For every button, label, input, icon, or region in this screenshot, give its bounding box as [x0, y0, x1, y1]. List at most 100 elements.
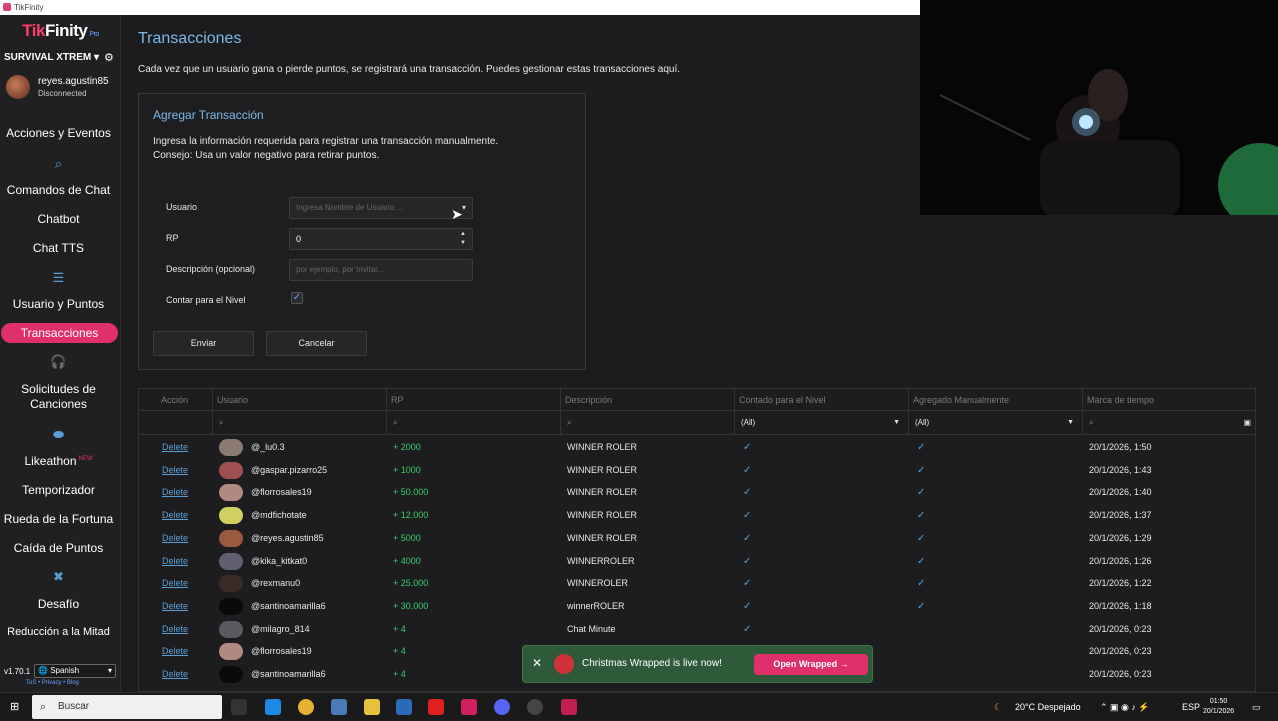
- avatar: [219, 529, 243, 547]
- row-rp: + 25.000: [393, 578, 429, 589]
- calendar-icon: ▣: [1243, 418, 1251, 427]
- gear-icon[interactable]: ⚙: [104, 51, 114, 64]
- obs-icon[interactable]: [527, 699, 543, 715]
- column-header[interactable]: Acción: [139, 389, 213, 411]
- tikfinity-icon[interactable]: [561, 699, 577, 715]
- stepper-arrows-icon[interactable]: ▲ ▼: [460, 230, 466, 248]
- column-header[interactable]: RP: [387, 389, 561, 411]
- task-view-icon[interactable]: [231, 699, 247, 715]
- rp-stepper[interactable]: 0 ▲ ▼: [289, 228, 473, 250]
- table-row: Delete @florrosales19 + 50.000 WINNER ROLER…: [139, 481, 1255, 504]
- gift-icon: [554, 654, 574, 674]
- rp-filter[interactable]: ⌕: [387, 411, 561, 435]
- delete-link[interactable]: Delete: [151, 459, 199, 482]
- column-header[interactable]: Marca de tiempo: [1083, 389, 1255, 411]
- language-indicator[interactable]: ESP: [1182, 693, 1200, 721]
- row-user: @kika_kitkat0: [251, 555, 308, 566]
- sidebar-item-usuario-puntos[interactable]: Usuario y Puntos: [0, 297, 117, 311]
- avatar: [219, 507, 243, 525]
- table-row: Delete @reyes.agustin85 + 5000 WINNER ROLER…: [139, 527, 1255, 550]
- youtube-icon[interactable]: [428, 699, 444, 715]
- row-user: @florrosales19: [251, 646, 312, 657]
- sidebar-item-caida[interactable]: Caída de Puntos: [0, 541, 117, 555]
- profile-select[interactable]: SURVIVAL XTREM ▾: [4, 52, 99, 63]
- app-icon[interactable]: [396, 699, 412, 715]
- sidebar-item-solicitudes[interactable]: Solicitudes de Canciones: [0, 382, 117, 412]
- sidebar-item-transacciones[interactable]: Transacciones: [1, 323, 118, 343]
- sidebar-item-acciones[interactable]: Acciones y Eventos: [0, 126, 117, 140]
- delete-link[interactable]: Delete: [151, 481, 199, 504]
- avatar: [219, 439, 243, 456]
- delete-link[interactable]: Delete: [151, 550, 199, 573]
- delete-link[interactable]: Delete: [151, 663, 199, 686]
- row-timestamp: 20/1/2026, 0:23: [1089, 646, 1152, 657]
- row-user: @santinoamarilla6: [251, 669, 326, 679]
- column-header[interactable]: Contado para el Nivel: [735, 389, 909, 411]
- avatar: [219, 643, 243, 661]
- row-user: @_lu0.3: [251, 442, 285, 452]
- footer-links[interactable]: ToS • Privacy • Blog: [26, 680, 79, 686]
- store-icon[interactable]: [331, 699, 347, 715]
- edge-icon[interactable]: [265, 699, 281, 715]
- windows-start-icon[interactable]: ⊞: [10, 701, 22, 713]
- row-description: winnerROLER: [567, 600, 625, 611]
- sidebar-item-comandos[interactable]: Comandos de Chat: [0, 183, 117, 197]
- sidebar-item-chatbot[interactable]: Chatbot: [0, 212, 117, 226]
- sidebar-item-reduccion[interactable]: Reducción a la Mitad: [0, 626, 117, 638]
- cancel-button[interactable]: Cancelar: [266, 331, 367, 356]
- description-input[interactable]: por ejemplo, por Invitar...: [289, 259, 473, 281]
- description-filter[interactable]: ⌕: [561, 411, 735, 435]
- avatar: [219, 552, 243, 570]
- time-filter[interactable]: ⌕ ▣: [1083, 411, 1255, 435]
- column-header[interactable]: Descripción: [561, 389, 735, 411]
- tray-icons[interactable]: ⌃ ▣ ◉ ♪ ⚡: [1100, 693, 1150, 721]
- table-row: Delete @mdfichotate + 12.000 WINNER ROLER ✓ ✓…: [139, 504, 1255, 527]
- submit-button[interactable]: Enviar: [153, 331, 254, 356]
- delete-link[interactable]: Delete: [151, 595, 199, 618]
- sidebar-item-chat-tts[interactable]: Chat TTS: [0, 241, 117, 255]
- search-icon: ⌕: [40, 701, 47, 713]
- check-icon: ✓: [743, 510, 752, 522]
- tiktok-icon[interactable]: [461, 699, 477, 715]
- chrome-icon[interactable]: [298, 699, 314, 715]
- webcam-image: [920, 0, 1278, 215]
- delete-link[interactable]: Delete: [151, 527, 199, 550]
- folder-icon[interactable]: [364, 699, 380, 715]
- row-timestamp: 20/1/2026, 1:26: [1089, 555, 1152, 566]
- delete-link[interactable]: Delete: [151, 504, 199, 527]
- check-icon: ✓: [917, 555, 926, 567]
- chat-icon: ⌕: [54, 156, 63, 171]
- count-level-checkbox[interactable]: ✓: [291, 292, 303, 304]
- sidebar-item-rueda[interactable]: Rueda de la Fortuna: [0, 512, 117, 526]
- level-filter[interactable]: (All) ▼: [735, 411, 909, 435]
- language-select[interactable]: 🌐 Spanish ▾: [34, 664, 116, 678]
- row-rp: + 4: [393, 623, 406, 634]
- headphones-icon: 🎧: [50, 354, 67, 369]
- clock[interactable]: 01:50 20/1/2026: [1203, 697, 1234, 717]
- sidebar-item-temporizador[interactable]: Temporizador: [0, 483, 117, 497]
- manual-filter[interactable]: (All) ▼: [909, 411, 1083, 435]
- weather-icon: ☾: [994, 702, 1003, 712]
- row-description: WINNER ROLER: [567, 510, 638, 521]
- sidebar-item-desafio[interactable]: Desafío: [0, 597, 117, 611]
- row-rp: + 50.000: [393, 487, 429, 498]
- row-description: Chat Minute: [567, 623, 616, 634]
- open-wrapped-button[interactable]: Open Wrapped →: [754, 654, 868, 675]
- delete-link[interactable]: Delete: [151, 640, 199, 663]
- connection-status: Disconnected: [38, 89, 87, 98]
- discord-icon[interactable]: [494, 699, 510, 715]
- row-rp: + 1000: [393, 464, 421, 475]
- user-input[interactable]: Ingresa Nombre de Usuario ... ▾: [289, 197, 473, 219]
- close-icon[interactable]: ✕: [532, 656, 542, 670]
- weather-label[interactable]: 20°C Despejado: [1015, 693, 1081, 721]
- column-header[interactable]: Agregado Manualmente: [909, 389, 1083, 411]
- taskbar-search[interactable]: ⌕ Buscar: [32, 695, 222, 719]
- user-filter[interactable]: ⌕: [213, 411, 387, 435]
- page-title: Transacciones: [138, 30, 242, 47]
- delete-link[interactable]: Delete: [151, 618, 199, 641]
- delete-link[interactable]: Delete: [151, 572, 199, 595]
- column-header[interactable]: Usuario: [213, 389, 387, 411]
- delete-link[interactable]: Delete: [151, 436, 199, 459]
- notification-icon[interactable]: ▭: [1252, 693, 1261, 721]
- sidebar-item-likeathon[interactable]: Likeathon NEW: [0, 454, 117, 468]
